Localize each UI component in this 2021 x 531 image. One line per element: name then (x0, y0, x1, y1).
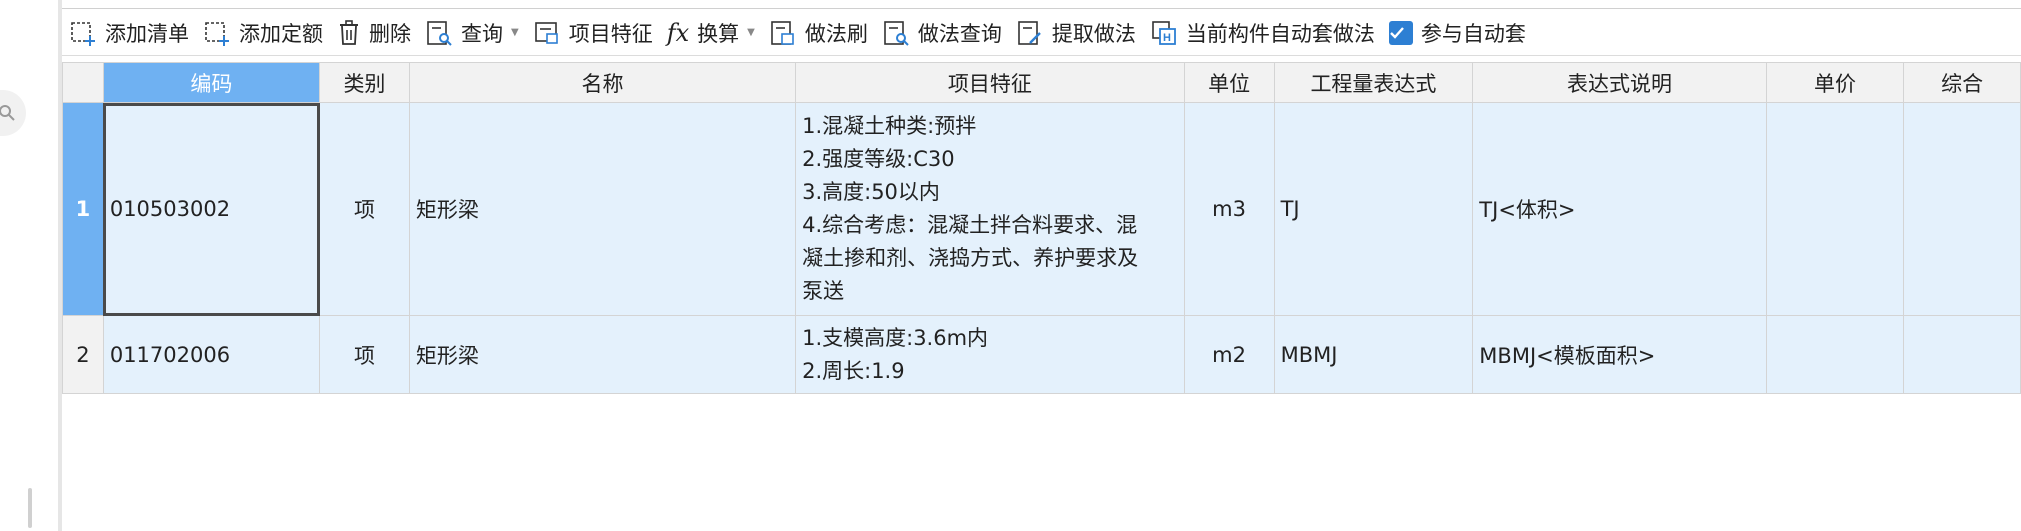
header-category[interactable]: 类别 (319, 62, 410, 103)
method-brush-button[interactable]: 做法刷 (762, 13, 875, 53)
join-auto-apply-label: 参与自动套 (1420, 21, 1526, 46)
combined-cell[interactable] (1903, 315, 2021, 394)
auto-apply-current-label: 当前构件自动套做法 (1185, 21, 1375, 46)
extract-method-label: 提取做法 (1051, 21, 1136, 46)
item-feature-button[interactable]: 项目特征 (526, 13, 660, 53)
auto-apply-current-button[interactable]: H 当前构件自动套做法 (1143, 13, 1382, 53)
header-name[interactable]: 名称 (408, 62, 797, 103)
price-cell[interactable] (1765, 315, 1905, 394)
method-query-button[interactable]: 做法查询 (875, 13, 1009, 53)
code-cell[interactable]: 010503002 (102, 102, 321, 316)
top-divider (62, 8, 2021, 9)
expr-desc-cell[interactable]: MBMJ<模板面积> (1472, 315, 1767, 394)
table-row[interactable]: 1 010503002 项 矩形梁 1.混凝土种类:预拌 2.强度等级:C30 … (62, 102, 2021, 316)
left-search-box[interactable] (0, 90, 26, 136)
corner-cell[interactable] (62, 62, 104, 103)
feature-line: 2.周长:1.9 (802, 358, 905, 383)
query-button[interactable]: 查询 ▼ (418, 13, 526, 53)
trash-icon (340, 19, 358, 45)
auto-apply-icon: H (1152, 20, 1176, 45)
code-cell[interactable]: 011702006 (102, 315, 321, 394)
method-query-icon (884, 20, 909, 46)
feature-line: 3.高度:50以内 (802, 180, 940, 204)
header-expr[interactable]: 工程量表达式 (1273, 62, 1474, 103)
price-cell[interactable] (1765, 102, 1905, 316)
convert-button[interactable]: fx 换算 ▼ (660, 13, 762, 53)
add-list-button[interactable]: 添加清单 (62, 13, 196, 53)
item-feature-icon (534, 21, 558, 44)
bill-table: 编码 类别 名称 项目特征 单位 工程量表达式 表达式说明 单价 综合 1 01… (62, 62, 2021, 394)
feature-line: 2.强度等级:C30 (802, 147, 955, 171)
expr-cell[interactable]: MBMJ (1273, 315, 1474, 394)
header-expr-desc[interactable]: 表达式说明 (1472, 62, 1767, 103)
category-cell[interactable]: 项 (319, 102, 410, 316)
name-cell[interactable]: 矩形梁 (408, 315, 797, 394)
convert-dropdown-arrow-icon[interactable]: ▼ (747, 27, 755, 38)
left-panel (0, 0, 62, 531)
name-cell[interactable]: 矩形梁 (408, 102, 797, 316)
expr-desc-cell[interactable]: TJ<体积> (1472, 102, 1767, 316)
row-number[interactable]: 2 (62, 315, 104, 394)
method-query-label: 做法查询 (917, 21, 1002, 46)
query-dropdown-arrow-icon[interactable]: ▼ (511, 27, 519, 38)
table-row[interactable]: 2 011702006 项 矩形梁 1.支模高度:3.6m内 2.周长:1.9 … (62, 315, 2021, 394)
feature-line: 凝土掺和剂、浇捣方式、养护要求及 (802, 246, 1139, 270)
header-row: 编码 类别 名称 项目特征 单位 工程量表达式 表达式说明 单价 综合 (62, 62, 2021, 103)
convert-label: 换算 (697, 21, 740, 46)
fx-icon: fx (666, 18, 690, 47)
query-icon (427, 20, 452, 46)
search-icon (0, 105, 15, 121)
feature-line: 泵送 (802, 279, 845, 303)
method-brush-label: 做法刷 (804, 21, 868, 46)
svg-text:H: H (1163, 32, 1171, 44)
add-quota-label: 添加定额 (239, 21, 323, 46)
row-number[interactable]: 1 (62, 102, 104, 316)
delete-label: 删除 (369, 21, 411, 46)
extract-method-button[interactable]: 提取做法 (1009, 13, 1143, 53)
header-combined[interactable]: 综合 (1903, 62, 2021, 103)
feature-line: 4.综合考虑：混凝土拌合料要求、混 (802, 213, 1138, 237)
join-auto-apply-checkbox[interactable]: 参与自动套 (1382, 13, 1533, 53)
header-feature[interactable]: 项目特征 (795, 62, 1185, 103)
feature-line: 1.支模高度:3.6m内 (802, 325, 989, 350)
header-unit[interactable]: 单位 (1183, 62, 1275, 103)
combined-cell[interactable] (1903, 102, 2021, 316)
extract-method-icon (1018, 20, 1041, 45)
feature-line: 1.混凝土种类:预拌 (802, 114, 977, 138)
query-label: 查询 (461, 21, 503, 46)
expr-cell[interactable]: TJ (1273, 102, 1474, 316)
add-list-icon (71, 21, 95, 46)
toolbar: 添加清单 添加定额 删除 查询 ▼ 项目特征 fx 换算 ▼ 做法刷 做法查询 … (62, 10, 2021, 56)
checkbox-checked-icon[interactable] (1388, 20, 1413, 45)
bill-grid: 编码 类别 名称 项目特征 单位 工程量表达式 表达式说明 单价 综合 1 01… (62, 62, 2021, 531)
add-quota-icon (205, 21, 229, 46)
feature-cell[interactable]: 1.混凝土种类:预拌 2.强度等级:C30 3.高度:50以内 4.综合考虑：混… (795, 102, 1185, 316)
feature-cell[interactable]: 1.支模高度:3.6m内 2.周长:1.9 (795, 315, 1185, 394)
method-brush-icon (771, 20, 794, 45)
add-quota-button[interactable]: 添加定额 (196, 13, 330, 53)
header-price[interactable]: 单价 (1765, 62, 1905, 103)
category-cell[interactable]: 项 (319, 315, 410, 394)
delete-button[interactable]: 删除 (330, 13, 418, 53)
unit-cell[interactable]: m3 (1183, 102, 1275, 316)
left-scrollbar[interactable] (28, 488, 32, 528)
item-feature-label: 项目特征 (568, 21, 653, 46)
add-list-label: 添加清单 (105, 21, 189, 46)
unit-cell[interactable]: m2 (1183, 315, 1275, 394)
header-code[interactable]: 编码 (102, 62, 321, 103)
